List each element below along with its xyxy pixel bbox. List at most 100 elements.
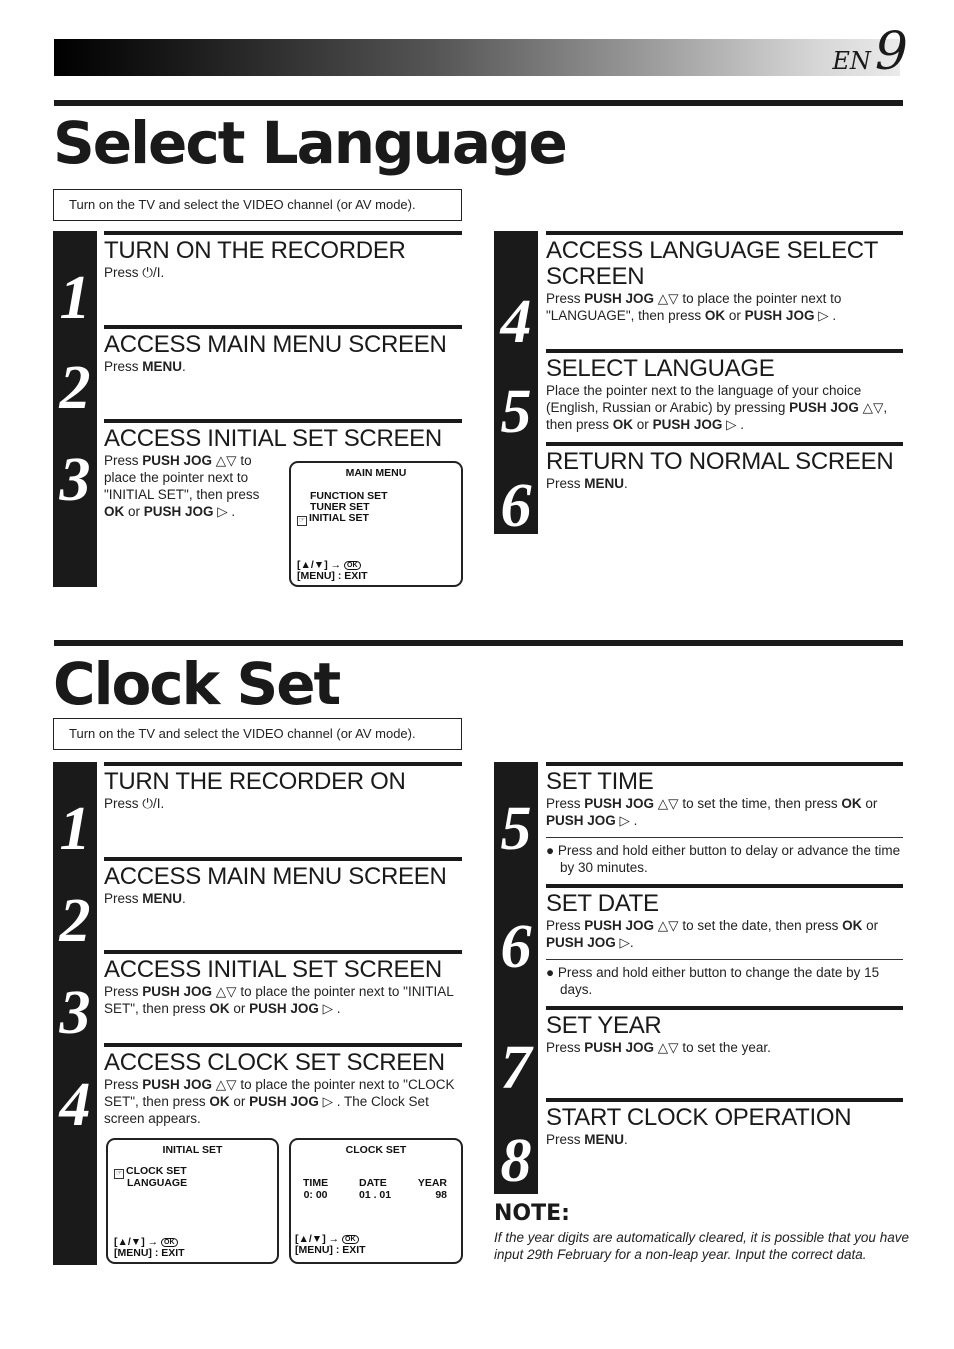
ok-button-icon: OK [161,1238,178,1247]
step-text: Press ⏻/I. [104,796,165,811]
ok-button-icon: OK [342,1235,359,1244]
step-title: SET DATE [546,890,659,917]
section-rule [54,100,903,106]
step-title: TURN THE RECORDER ON [104,768,406,795]
step-number-column: 1 2 3 4 [53,762,97,1265]
step-bullet: ● Press and hold either button to delay … [546,837,903,876]
step-number-column: 4 5 6 [494,231,538,540]
section-title-select-language: Select Language [53,109,568,177]
step-divider [546,884,903,888]
page-number: EN9 [832,26,908,78]
exit-hint: [MENU] : EXIT [297,570,368,582]
step-divider [546,762,903,766]
step-access-clock-set: ACCESS CLOCK SET SCREEN Press PUSH JOG △… [104,1043,462,1127]
step-title: ACCESS INITIAL SET SCREEN [104,425,442,452]
step-number: 5 [500,378,532,446]
exit-hint: [MENU] : EXIT [114,1247,185,1259]
step-title: TURN ON THE RECORDER [104,237,406,264]
step-number: 3 [59,979,91,1047]
step-divider [104,231,462,235]
header-gradient-bar [54,39,900,76]
step-title: ACCESS LANGUAGE SELECT SCREEN [546,237,878,290]
power-standby-icon: ⏻/I [142,796,161,811]
step-number-column: 1 2 3 [53,231,97,587]
step-text: Press ⏻/I. [104,265,165,280]
step-turn-recorder-on: TURN THE RECORDER ON Press ⏻/I. [104,762,462,812]
step-number: 4 [59,1071,91,1139]
page-number-value: 9 [874,22,908,82]
step-number: 2 [59,354,91,422]
step-divider [546,349,903,353]
step-number: 1 [59,795,91,863]
ok-button-icon: OK [344,561,361,570]
pointer-hand-icon: ☞ [114,1169,124,1179]
step-divider [104,325,462,329]
step-title: ACCESS MAIN MENU SCREEN [104,331,447,358]
step-text: Press MENU. [104,359,186,374]
step-divider [104,762,462,766]
step-text: Press PUSH JOG △▽ to set the year. [546,1040,771,1055]
step-divider [104,950,462,954]
step-access-main-menu: ACCESS MAIN MENU SCREEN Press MENU. [104,857,462,907]
screen-title: MAIN MENU [345,467,407,479]
step-text: Press PUSH JOG △▽ to set the date, then … [546,918,879,950]
step-text: Press PUSH JOG △▽ to place the pointer n… [104,984,454,1016]
date-field: DATE 01 . 01 [359,1177,392,1201]
step-set-time: SET TIME Press PUSH JOG △▽ to set the ti… [546,762,903,876]
step-title: RETURN TO NORMAL SCREEN [546,448,894,475]
step-text: Place the pointer next to the language o… [546,383,888,432]
step-bullet: ● Press and hold either button to change… [546,959,903,998]
step-divider [546,1098,903,1102]
year-field: YEAR 98 [417,1177,447,1201]
step-start-clock: START CLOCK OPERATION Press MENU. [546,1098,903,1148]
step-title: ACCESS INITIAL SET SCREEN [104,956,442,983]
step-number: 6 [500,472,532,540]
step-select-language: SELECT LANGUAGE Place the pointer next t… [546,349,903,433]
step-access-initial-set: ACCESS INITIAL SET SCREEN Press PUSH JOG… [104,950,462,1017]
step-title: SELECT LANGUAGE [546,355,775,382]
step-set-year: SET YEAR Press PUSH JOG △▽ to set the ye… [546,1006,903,1056]
step-title: ACCESS MAIN MENU SCREEN [104,863,447,890]
step-text: Press PUSH JOG △▽ to place the pointer n… [104,453,260,519]
step-turn-on-recorder: TURN ON THE RECORDER Press ⏻/I. [104,231,462,281]
step-set-date: SET DATE Press PUSH JOG △▽ to set the da… [546,884,903,998]
exit-hint: [MENU] : EXIT [295,1244,366,1256]
main-menu-screen: MAIN MENU FUNCTION SET TUNER SET ☞ INITIA… [289,461,463,587]
step-divider [104,419,462,423]
step-number: 8 [500,1127,532,1195]
step-divider [546,231,903,235]
step-number: 1 [59,264,91,332]
step-text: Press MENU. [546,476,628,491]
step-return-normal-screen: RETURN TO NORMAL SCREEN Press MENU. [546,442,903,492]
step-text: Press PUSH JOG △▽ to place the pointer n… [104,1077,455,1126]
time-field: TIME 0: 00 [303,1177,329,1201]
step-divider [104,1043,462,1047]
step-title: START CLOCK OPERATION [546,1104,852,1131]
step-title: SET YEAR [546,1012,662,1039]
step-number-column: 5 6 7 8 [494,762,538,1194]
clock-set-screen: CLOCK SET TIME 0: 00 DATE 01 . 01 YEAR 98 [… [289,1138,463,1264]
menu-item-language: LANGUAGE [127,1177,188,1189]
step-number: 5 [500,795,532,863]
step-number: 6 [500,913,532,981]
step-title: SET TIME [546,768,654,795]
screen-title: INITIAL SET [162,1144,223,1156]
step-access-language-select: ACCESS LANGUAGE SELECT SCREEN Press PUSH… [546,231,903,324]
step-divider [546,1006,903,1010]
tv-instruction-box: Turn on the TV and select the VIDEO chan… [53,718,462,750]
step-number: 4 [500,288,532,356]
note-text: If the year digits are automatically cle… [494,1230,909,1262]
step-title: ACCESS CLOCK SET SCREEN [104,1049,445,1076]
screen-title: CLOCK SET [345,1144,407,1156]
step-text: Press PUSH JOG △▽ to set the time, then … [546,796,878,828]
section-rule [54,640,903,646]
step-access-main-menu: ACCESS MAIN MENU SCREEN Press MENU. [104,325,462,375]
step-text: Press MENU. [104,891,186,906]
tv-instruction-box: Turn on the TV and select the VIDEO chan… [53,189,462,221]
section-title-clock-set: Clock Set [53,650,341,718]
pointer-hand-icon: ☞ [297,516,307,526]
initial-set-screen: INITIAL SET ☞ CLOCK SET LANGUAGE [▲/▼] → … [106,1138,279,1264]
power-standby-icon: ⏻/I [142,265,161,280]
note-heading: NOTE: [494,1201,570,1226]
step-number: 7 [500,1034,532,1102]
